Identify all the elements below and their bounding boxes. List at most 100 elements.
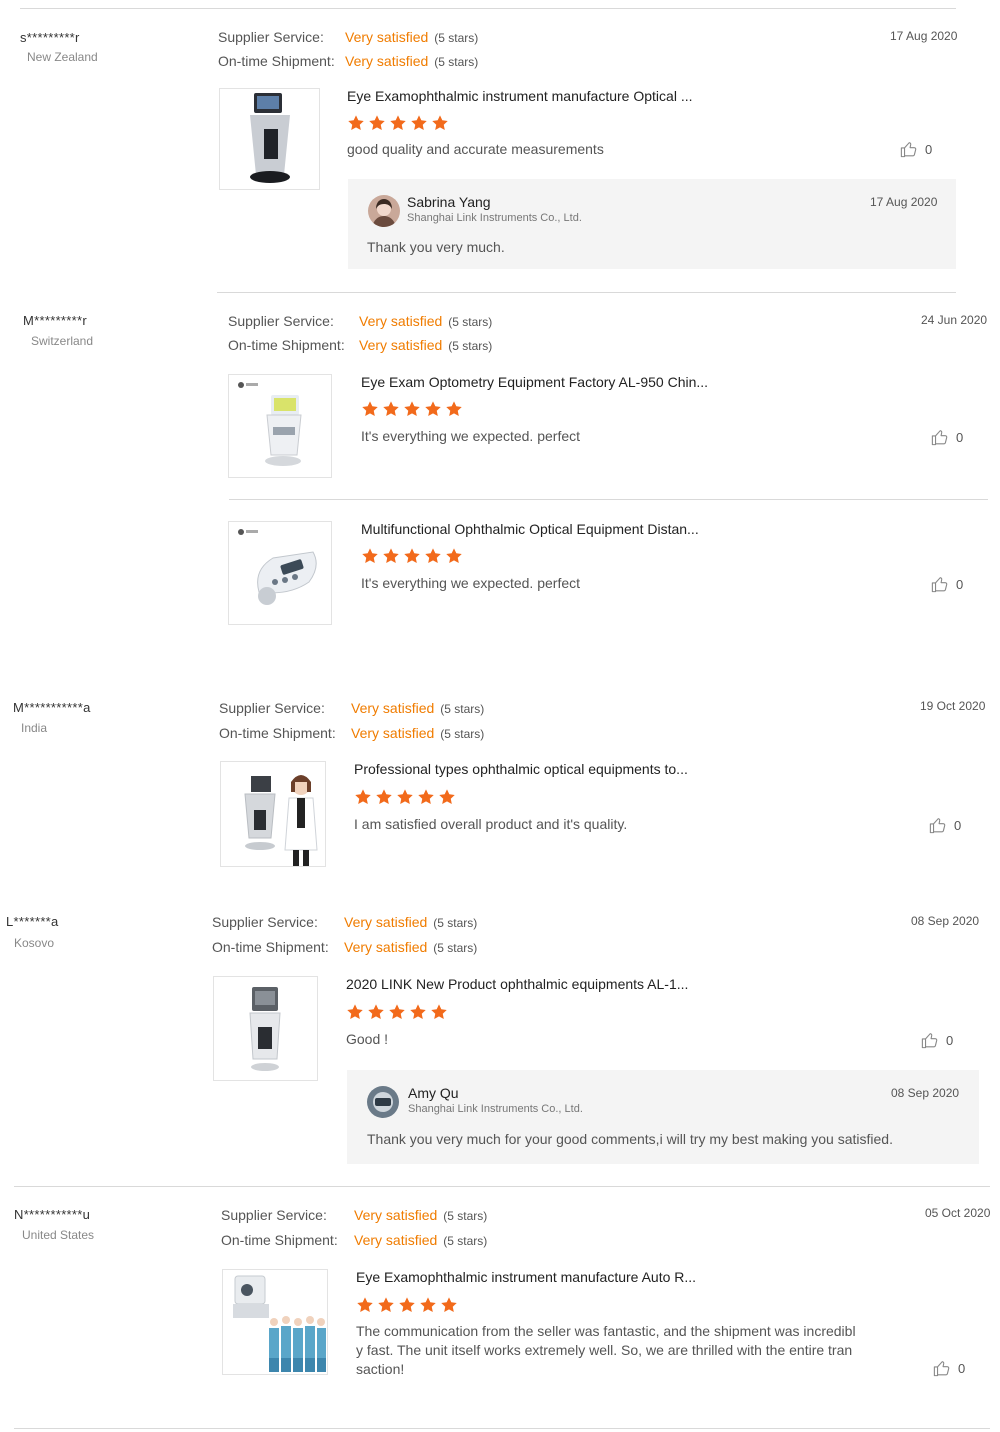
buyer-country: Kosovo [14, 936, 55, 950]
rating-stars-count: (5 stars) [434, 31, 479, 45]
rating-stars-count: (5 stars) [434, 55, 479, 69]
lensmeter-icon [238, 382, 302, 466]
review-date: 05 Oct 2020 [925, 1206, 991, 1220]
rating-value: Very satisfied [351, 725, 435, 741]
thumbs-up-icon [899, 140, 918, 159]
ontime-shipment-label: On-time Shipment: [219, 725, 336, 741]
star-icon [445, 400, 463, 418]
supplier-service-label: Supplier Service: [221, 1207, 327, 1223]
star-icon [382, 400, 400, 418]
ontime-shipment-rating: On-time Shipment: Very satisfied (5 stars) [218, 53, 478, 69]
star-icon [367, 1003, 385, 1021]
like-count: 0 [956, 430, 964, 445]
rating-value: Very satisfied [359, 337, 443, 353]
thumbs-up-icon [932, 1359, 951, 1378]
reply-date: 08 Sep 2020 [891, 1086, 960, 1100]
ontime-shipment-rating: On-time Shipment: Very satisfied (5 stars) [219, 725, 484, 741]
buyer-name: M***********a [13, 700, 91, 715]
supplier-reply: Amy Qu Shanghai Link Instruments Co., Lt… [347, 1070, 979, 1164]
thumbs-up-icon [920, 1031, 939, 1050]
rating-value: Very satisfied [351, 700, 435, 716]
lensmeter-icon [250, 93, 290, 183]
reply-text: Thank you very much for your good commen… [367, 1131, 893, 1147]
star-icon [375, 788, 393, 806]
bottom-divider [14, 1428, 990, 1429]
review-comment: It's everything we expected. perfect [361, 575, 581, 591]
product-star-rating [354, 788, 456, 806]
star-icon [409, 1003, 427, 1021]
review-comment-line: saction! [356, 1361, 405, 1377]
rating-stars-count: (5 stars) [448, 339, 493, 353]
thumbs-up-icon [930, 428, 949, 447]
like-button[interactable]: 0 [930, 428, 963, 447]
like-button[interactable]: 0 [932, 1359, 965, 1378]
star-icon [382, 547, 400, 565]
star-icon [431, 114, 449, 132]
reply-date: 17 Aug 2020 [870, 195, 938, 209]
reply-author: Amy Qu [408, 1085, 459, 1101]
like-button[interactable]: 0 [920, 1031, 953, 1050]
product-thumbnail[interactable] [220, 761, 326, 867]
buyer-name: L*******a [6, 914, 59, 929]
buyer-country: Switzerland [31, 334, 94, 348]
product-thumbnail[interactable] [228, 521, 332, 625]
product-title-link[interactable]: Professional types ophthalmic optical eq… [354, 761, 688, 777]
star-icon [368, 114, 386, 132]
product-title-link[interactable]: Eye Examophthalmic instrument manufactur… [347, 88, 692, 104]
thumbs-up-icon [930, 575, 949, 594]
star-icon [430, 1003, 448, 1021]
star-icon [410, 114, 428, 132]
review-date: 08 Sep 2020 [911, 914, 980, 928]
product-title-link[interactable]: Eye Examophthalmic instrument manufactur… [356, 1269, 696, 1285]
reply-author: Sabrina Yang [407, 194, 491, 210]
like-button[interactable]: 0 [899, 140, 932, 159]
product-title-link[interactable]: Eye Exam Optometry Equipment Factory AL-… [361, 374, 708, 390]
buyer-name: M*********r [23, 313, 87, 328]
review-item: N***********u United States Supplier Ser… [0, 1187, 1000, 1427]
product-star-rating [361, 547, 463, 565]
supplier-service-label: Supplier Service: [218, 29, 324, 45]
like-button[interactable]: 0 [930, 575, 963, 594]
rating-stars-count: (5 stars) [443, 1234, 488, 1248]
review-comment: Good ! [346, 1031, 389, 1047]
supplier-service-rating: Supplier Service: Very satisfied (5 stars) [212, 914, 477, 930]
buyer-name: s*********r [20, 30, 80, 45]
star-icon [389, 114, 407, 132]
star-icon [356, 1296, 374, 1314]
product-star-rating [347, 114, 449, 132]
star-icon [361, 547, 379, 565]
thumbs-up-icon [928, 816, 947, 835]
star-icon [403, 547, 421, 565]
star-icon [398, 1296, 416, 1314]
product-thumbnail[interactable] [228, 374, 332, 478]
product-thumbnail[interactable] [222, 1269, 328, 1375]
reply-company: Shanghai Link Instruments Co., Ltd. [408, 1103, 583, 1115]
like-count: 0 [958, 1361, 966, 1376]
product-title-link[interactable]: Multifunctional Ophthalmic Optical Equip… [361, 521, 699, 537]
supplier-reply: Sabrina Yang Shanghai Link Instruments C… [348, 179, 956, 269]
supplier-service-rating: Supplier Service: Very satisfied (5 stars) [228, 313, 492, 329]
ontime-shipment-label: On-time Shipment: [212, 939, 329, 955]
product-thumbnail[interactable] [219, 88, 320, 190]
review-comment: good quality and accurate measurements [347, 141, 604, 157]
avatar [368, 195, 400, 227]
product-star-rating [346, 1003, 448, 1021]
rating-value: Very satisfied [344, 914, 428, 930]
star-icon [417, 788, 435, 806]
pd-meter-icon [238, 529, 317, 605]
ontime-shipment-rating: On-time Shipment: Very satisfied (5 stars) [221, 1232, 487, 1248]
supplier-service-rating: Supplier Service: Very satisfied (5 stars) [219, 700, 484, 716]
like-button[interactable]: 0 [928, 816, 961, 835]
review-comment-line: The communication from the seller was fa… [356, 1323, 856, 1339]
star-icon [445, 547, 463, 565]
star-icon [424, 400, 442, 418]
product-title-link[interactable]: 2020 LINK New Product ophthalmic equipme… [346, 976, 688, 992]
star-icon [424, 547, 442, 565]
rating-stars-count: (5 stars) [443, 1209, 488, 1223]
supplier-service-label: Supplier Service: [212, 914, 318, 930]
star-icon [419, 1296, 437, 1314]
star-icon [388, 1003, 406, 1021]
rating-stars-count: (5 stars) [440, 727, 485, 741]
like-count: 0 [946, 1033, 954, 1048]
product-thumbnail[interactable] [213, 976, 318, 1081]
